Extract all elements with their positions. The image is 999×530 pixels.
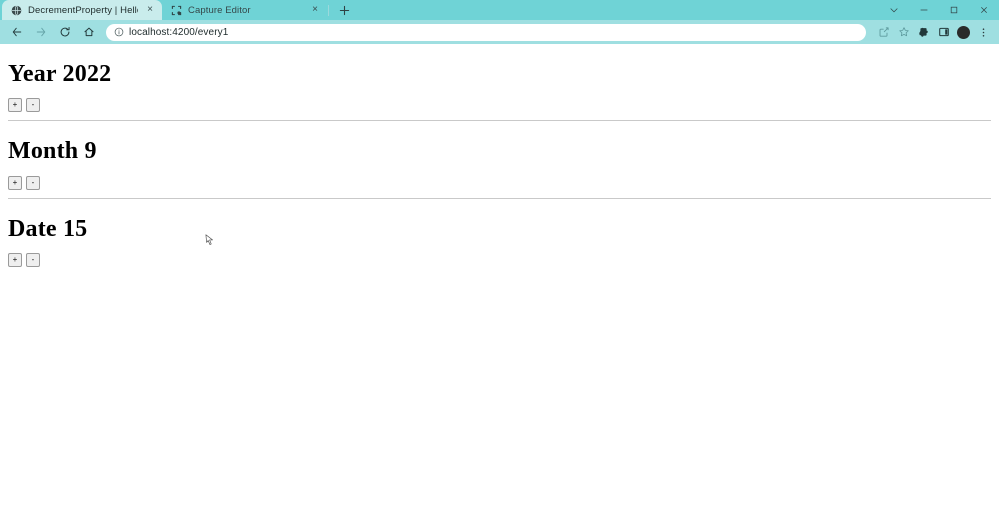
- date-decrement-button[interactable]: -: [26, 253, 40, 268]
- date-heading: Date 15: [8, 215, 88, 242]
- section-year: Year 2022 + -: [8, 61, 991, 122]
- minimize-icon[interactable]: [909, 0, 939, 20]
- year-decrement-button[interactable]: -: [26, 98, 40, 113]
- reload-button[interactable]: [54, 21, 76, 43]
- close-icon[interactable]: ×: [309, 4, 321, 16]
- month-controls: + -: [8, 175, 991, 190]
- year-controls: + -: [8, 98, 991, 113]
- share-icon[interactable]: [874, 23, 893, 42]
- forward-button[interactable]: [30, 21, 52, 43]
- side-panel-icon[interactable]: [934, 23, 953, 42]
- capture-icon: [171, 5, 182, 16]
- tab-strip: DecrementProperty | Hello × Capture Edit…: [0, 0, 999, 20]
- bookmark-star-icon[interactable]: [894, 23, 913, 42]
- tab-separator: [328, 4, 329, 16]
- tab-title: Capture Editor: [188, 4, 251, 16]
- month-decrement-button[interactable]: -: [26, 175, 40, 190]
- tab-capture-editor[interactable]: Capture Editor ×: [162, 0, 327, 20]
- section-divider: [8, 120, 991, 122]
- close-icon[interactable]: ×: [144, 4, 156, 16]
- date-increment-button[interactable]: +: [8, 253, 22, 268]
- month-heading: Month 9: [8, 138, 97, 165]
- avatar: [957, 25, 970, 39]
- globe-icon: [11, 4, 22, 16]
- window-controls: [879, 0, 999, 20]
- info-circle-icon[interactable]: [114, 27, 124, 37]
- browser-toolbar: localhost:4200/every1: [0, 20, 999, 44]
- address-bar[interactable]: localhost:4200/every1: [106, 23, 866, 41]
- url-text: localhost:4200/every1: [129, 26, 229, 38]
- tab-decrementproperty[interactable]: DecrementProperty | Hello ×: [2, 0, 162, 20]
- new-tab-button[interactable]: [333, 1, 355, 19]
- profile-avatar[interactable]: [954, 23, 973, 42]
- toolbar-icon-group: [874, 23, 993, 42]
- month-increment-button[interactable]: +: [8, 175, 22, 190]
- close-window-icon[interactable]: [969, 0, 999, 20]
- year-heading: Year 2022: [8, 61, 112, 87]
- date-controls: + -: [8, 253, 991, 268]
- chrome-menu-icon[interactable]: [974, 23, 993, 42]
- section-month: Month 9 + -: [8, 138, 991, 199]
- tab-search-icon[interactable]: [879, 0, 909, 20]
- app-root: Year 2022 + - Month 9 + - Date 15 + -: [0, 61, 999, 268]
- section-divider: [8, 197, 991, 199]
- browser-window: DecrementProperty | Hello × Capture Edit…: [0, 0, 999, 530]
- section-date: Date 15 + -: [8, 215, 991, 268]
- home-button[interactable]: [78, 21, 100, 43]
- extensions-puzzle-icon[interactable]: [914, 23, 933, 42]
- back-button[interactable]: [6, 21, 28, 43]
- page-viewport: Year 2022 + - Month 9 + - Date 15 + -: [0, 44, 999, 530]
- maximize-icon[interactable]: [939, 0, 969, 20]
- year-increment-button[interactable]: +: [8, 98, 22, 113]
- tab-title: DecrementProperty | Hello: [28, 4, 138, 16]
